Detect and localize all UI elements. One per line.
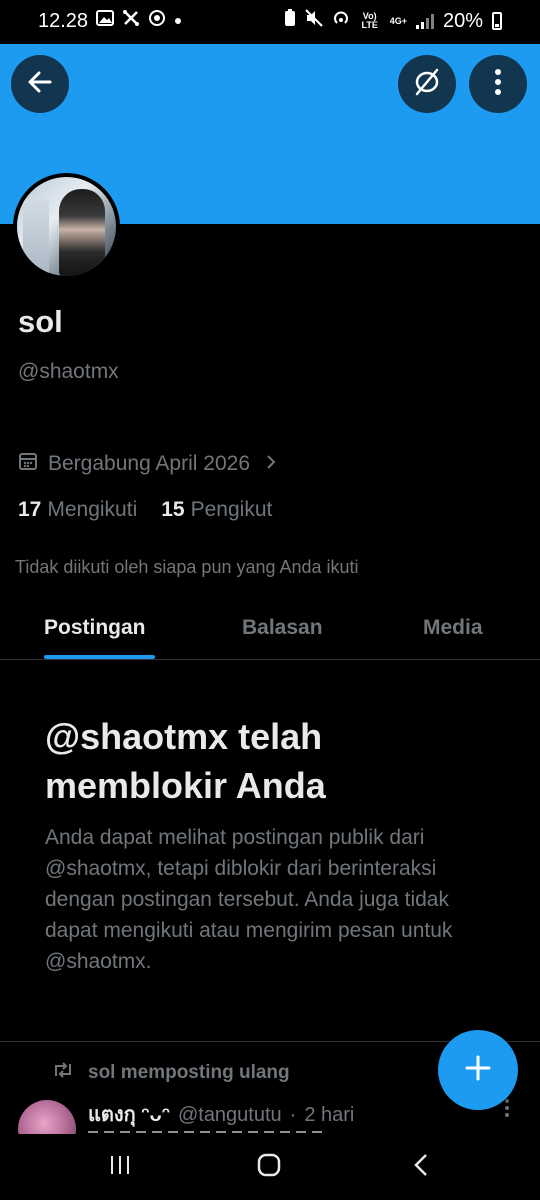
battery-icon	[492, 12, 502, 30]
cast-icon	[148, 9, 166, 33]
repost-icon	[52, 1061, 74, 1085]
followers-link[interactable]: 15 Pengikut	[161, 498, 272, 522]
gallery-icon	[96, 10, 115, 32]
system-back-button[interactable]	[406, 1152, 436, 1182]
back-button[interactable]	[11, 55, 69, 113]
block-icon	[412, 67, 442, 102]
more-vertical-icon	[494, 68, 502, 101]
plus-icon	[464, 1054, 492, 1087]
profile-avatar[interactable]	[13, 173, 120, 280]
home-icon	[257, 1153, 281, 1182]
battery-percent: 20%	[442, 9, 483, 32]
tab-media[interactable]: Media	[423, 616, 483, 640]
hotspot-icon	[332, 9, 350, 33]
joined-date-text: Bergabung April 2026	[48, 452, 250, 475]
blocked-indicator-button[interactable]	[398, 55, 456, 113]
following-label: Mengikuti	[47, 498, 138, 521]
tab-postingan[interactable]: Postingan	[44, 616, 146, 640]
profile-handle: @shaotmx	[18, 360, 119, 383]
repost-label: sol memposting ulang	[88, 1062, 290, 1083]
blocked-description: Anda dapat melihat postingan publik dari…	[45, 826, 453, 973]
tab-balasan[interactable]: Balasan	[242, 616, 323, 640]
signal-icon	[415, 13, 434, 29]
status-left: 12.28	[38, 9, 182, 33]
joined-date-row[interactable]: Bergabung April 2026	[18, 451, 276, 477]
more-options-button[interactable]	[469, 55, 527, 113]
notification-dot-icon	[174, 11, 182, 31]
arrow-left-icon	[27, 69, 53, 100]
calendar-icon	[18, 451, 38, 477]
post-header: แตงกุ ᵔᴗᵔ @tangututu · 2 hari	[88, 1098, 354, 1130]
following-count: 17	[18, 498, 42, 521]
tools-icon	[122, 9, 140, 33]
profile-name: sol	[18, 304, 63, 339]
compose-button[interactable]	[438, 1030, 518, 1110]
avatar-figure	[59, 189, 105, 276]
post-author-handle: @tangututu	[177, 1104, 282, 1126]
followers-count: 15	[161, 498, 185, 521]
follow-counts: 17 Mengikuti 15 Pengikut	[18, 498, 272, 522]
battery-saver-icon	[284, 9, 296, 33]
profile-tabs: Postingan Balasan Media	[0, 600, 540, 660]
post-author-name: แตงกุ ᵔᴗᵔ	[88, 1104, 170, 1126]
home-button[interactable]	[254, 1152, 284, 1182]
repost-indicator: sol memposting ulang	[52, 1061, 290, 1085]
recent-apps-icon	[108, 1154, 132, 1181]
status-right: Vo) LTE 4G+ 20%	[284, 9, 502, 33]
not-followed-text: Tidak diikuti oleh siapa pun yang Anda i…	[15, 557, 359, 577]
volte-label: Vo) LTE	[361, 11, 378, 30]
following-link[interactable]: 17 Mengikuti	[18, 498, 137, 522]
blocked-title: @shaotmx telah memblokir Anda	[45, 716, 326, 806]
chevron-right-icon	[266, 453, 276, 476]
post-separator: ·	[289, 1104, 297, 1126]
status-bar: 12.28 Vo) LTE 4G+ 20%	[0, 0, 540, 44]
followers-label: Pengikut	[190, 498, 273, 521]
network-type-label: 4G+	[389, 15, 407, 26]
status-time: 12.28	[38, 9, 89, 32]
post-more-icon[interactable]	[504, 1098, 510, 1124]
mute-icon	[304, 9, 323, 33]
system-nav-bar	[0, 1134, 540, 1200]
avatar-background	[23, 199, 49, 276]
active-tab-indicator	[44, 655, 155, 659]
recent-apps-button[interactable]	[105, 1152, 135, 1182]
post-time: 2 hari	[304, 1104, 355, 1126]
chevron-left-icon	[414, 1153, 428, 1182]
